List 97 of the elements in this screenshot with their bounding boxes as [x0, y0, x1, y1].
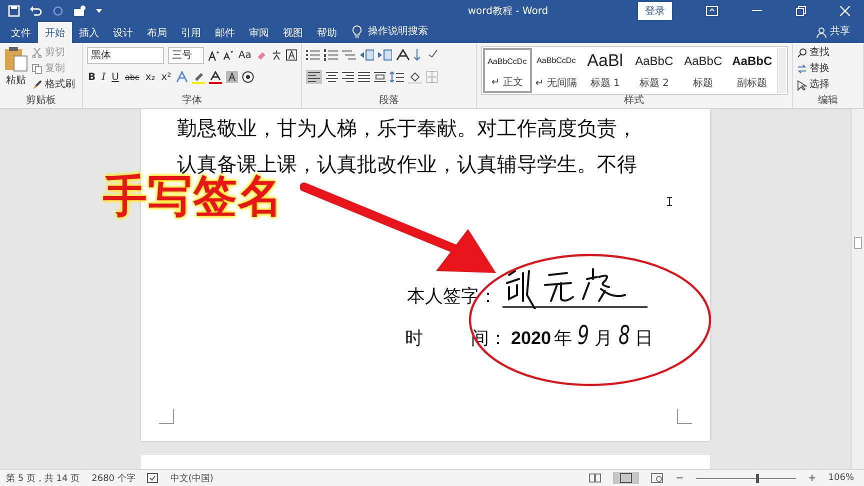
lightbulb-icon — [352, 25, 362, 38]
select-button[interactable]: 选择 — [810, 78, 830, 92]
minimize-icon[interactable] — [752, 10, 762, 12]
format-button[interactable]: U — [110, 72, 120, 82]
body-text: 勤恳敬业，甘为人梯，乐于奉献。对工作高度负责， — [177, 115, 638, 142]
format-button[interactable]: x₂ — [144, 72, 156, 82]
save-icon[interactable] — [8, 5, 20, 17]
format-button[interactable]: x² — [160, 72, 172, 82]
numbering-icon[interactable] — [324, 49, 338, 61]
paint-bucket-icon[interactable] — [408, 70, 422, 84]
find-button[interactable]: 查找 — [810, 46, 830, 60]
scroll-thumb[interactable] — [854, 237, 862, 249]
date-text: 月 — [594, 327, 613, 350]
restore-icon[interactable] — [796, 6, 806, 16]
ribbon-display-icon[interactable] — [706, 6, 718, 16]
ribbon-tab[interactable]: 开始 — [38, 22, 72, 43]
increase-indent-icon[interactable] — [378, 49, 392, 61]
person-icon — [816, 27, 827, 38]
brush-icon — [32, 80, 42, 90]
format-painter-button[interactable]: 格式刷 — [45, 78, 75, 92]
web-layout-icon[interactable] — [651, 473, 664, 483]
format-button[interactable]: B — [87, 72, 97, 82]
touch-mode-icon[interactable] — [73, 5, 87, 17]
clipboard-icon[interactable] — [4, 46, 28, 72]
style-item[interactable]: AaBbCcDc ↵ 正文 — [482, 48, 532, 93]
read-mode-icon[interactable] — [589, 473, 602, 483]
replace-button[interactable]: 替换 — [810, 62, 830, 76]
paste-label[interactable]: 粘贴 — [6, 73, 26, 87]
close-icon[interactable] — [840, 6, 850, 16]
font-color-icon[interactable] — [209, 70, 222, 84]
pointer-icon — [796, 80, 807, 90]
char-shading-icon[interactable] — [226, 71, 238, 83]
ribbon-tab[interactable]: 文件 — [4, 22, 38, 43]
group-label: 段落 — [378, 95, 400, 108]
login-button[interactable]: 登录 — [638, 2, 672, 20]
zoom-level[interactable]: 106% — [828, 473, 854, 483]
signature-label: 本人签字： — [407, 285, 497, 309]
format-button[interactable]: abc — [124, 72, 140, 82]
replace-icon — [796, 64, 807, 74]
shrink-font-icon[interactable] — [223, 50, 234, 60]
align-left-icon[interactable] — [306, 70, 322, 84]
zoom-out-button[interactable]: − — [675, 472, 684, 484]
font-name-field[interactable]: 黑体 — [87, 46, 164, 64]
text-cursor-icon — [667, 197, 672, 206]
vertical-scrollbar[interactable] — [851, 109, 864, 469]
ribbon-tab[interactable]: 邮件 — [208, 22, 242, 43]
language-indicator[interactable]: 中文(中国) — [170, 472, 214, 484]
caret-icon[interactable] — [96, 9, 102, 13]
ribbon-tab[interactable]: 视图 — [276, 22, 310, 43]
date-label: 时 — [405, 327, 423, 350]
date-text: 年 — [554, 327, 572, 350]
word-count[interactable]: 2680 个字 — [92, 472, 136, 484]
char-border-icon[interactable] — [286, 49, 298, 61]
ribbon-tab[interactable]: 帮助 — [310, 22, 344, 43]
group-label: 编辑 — [816, 95, 839, 108]
line-spacing-icon[interactable] — [390, 71, 404, 83]
highlighter-icon[interactable] — [192, 70, 206, 84]
text-effect-icon[interactable] — [176, 71, 188, 83]
ribbon-tab[interactable]: 引用 — [174, 22, 208, 43]
date-text: 9 — [578, 321, 590, 351]
format-button[interactable]: I — [100, 72, 107, 82]
group-label: 剪贴板 — [25, 95, 58, 108]
tell-me-search[interactable]: 操作说明搜索 — [368, 24, 428, 43]
phonetic-icon[interactable] — [270, 49, 282, 61]
scissors-icon — [32, 48, 42, 58]
align-right-icon[interactable] — [342, 71, 354, 83]
borders-icon[interactable] — [426, 71, 438, 83]
font-size-field[interactable]: 三号 — [168, 46, 204, 64]
bullets-icon[interactable] — [306, 49, 320, 61]
justify-icon[interactable] — [358, 71, 370, 83]
group-label: 字体 — [181, 95, 204, 108]
zoom-in-button[interactable]: + — [808, 472, 816, 484]
search-icon — [796, 48, 807, 58]
date-text: 2020 — [511, 328, 552, 349]
decrease-indent-icon[interactable] — [360, 49, 374, 61]
undo-icon[interactable] — [29, 5, 43, 17]
change-case-button[interactable]: Aa — [237, 50, 252, 60]
ribbon-tab[interactable]: 设计 — [106, 22, 140, 43]
window-title: word教程 - Word — [466, 5, 550, 18]
print-layout-button[interactable] — [613, 472, 640, 484]
multilevel-list-icon[interactable] — [342, 49, 356, 61]
page-count[interactable]: 第 5 页，共 14 页 — [6, 472, 80, 484]
date-text: 8 — [618, 321, 630, 351]
page-icon — [620, 473, 632, 483]
ribbon-tab[interactable]: 插入 — [72, 22, 106, 43]
ribbon-tab[interactable]: 审阅 — [242, 22, 276, 43]
distributed-icon[interactable] — [374, 71, 386, 83]
enclose-char-icon[interactable] — [242, 71, 254, 83]
grow-font-icon[interactable] — [208, 50, 220, 60]
share-button[interactable]: 共享 — [827, 24, 864, 43]
date-text: 日 — [635, 327, 654, 350]
ribbon-tab[interactable]: 布局 — [140, 22, 174, 43]
align-center-icon[interactable] — [326, 71, 338, 83]
proofing-icon[interactable] — [147, 473, 158, 483]
zoom-slider-thumb[interactable] — [756, 474, 760, 482]
group-label: 样式 — [623, 95, 646, 108]
copy-icon — [32, 64, 42, 74]
